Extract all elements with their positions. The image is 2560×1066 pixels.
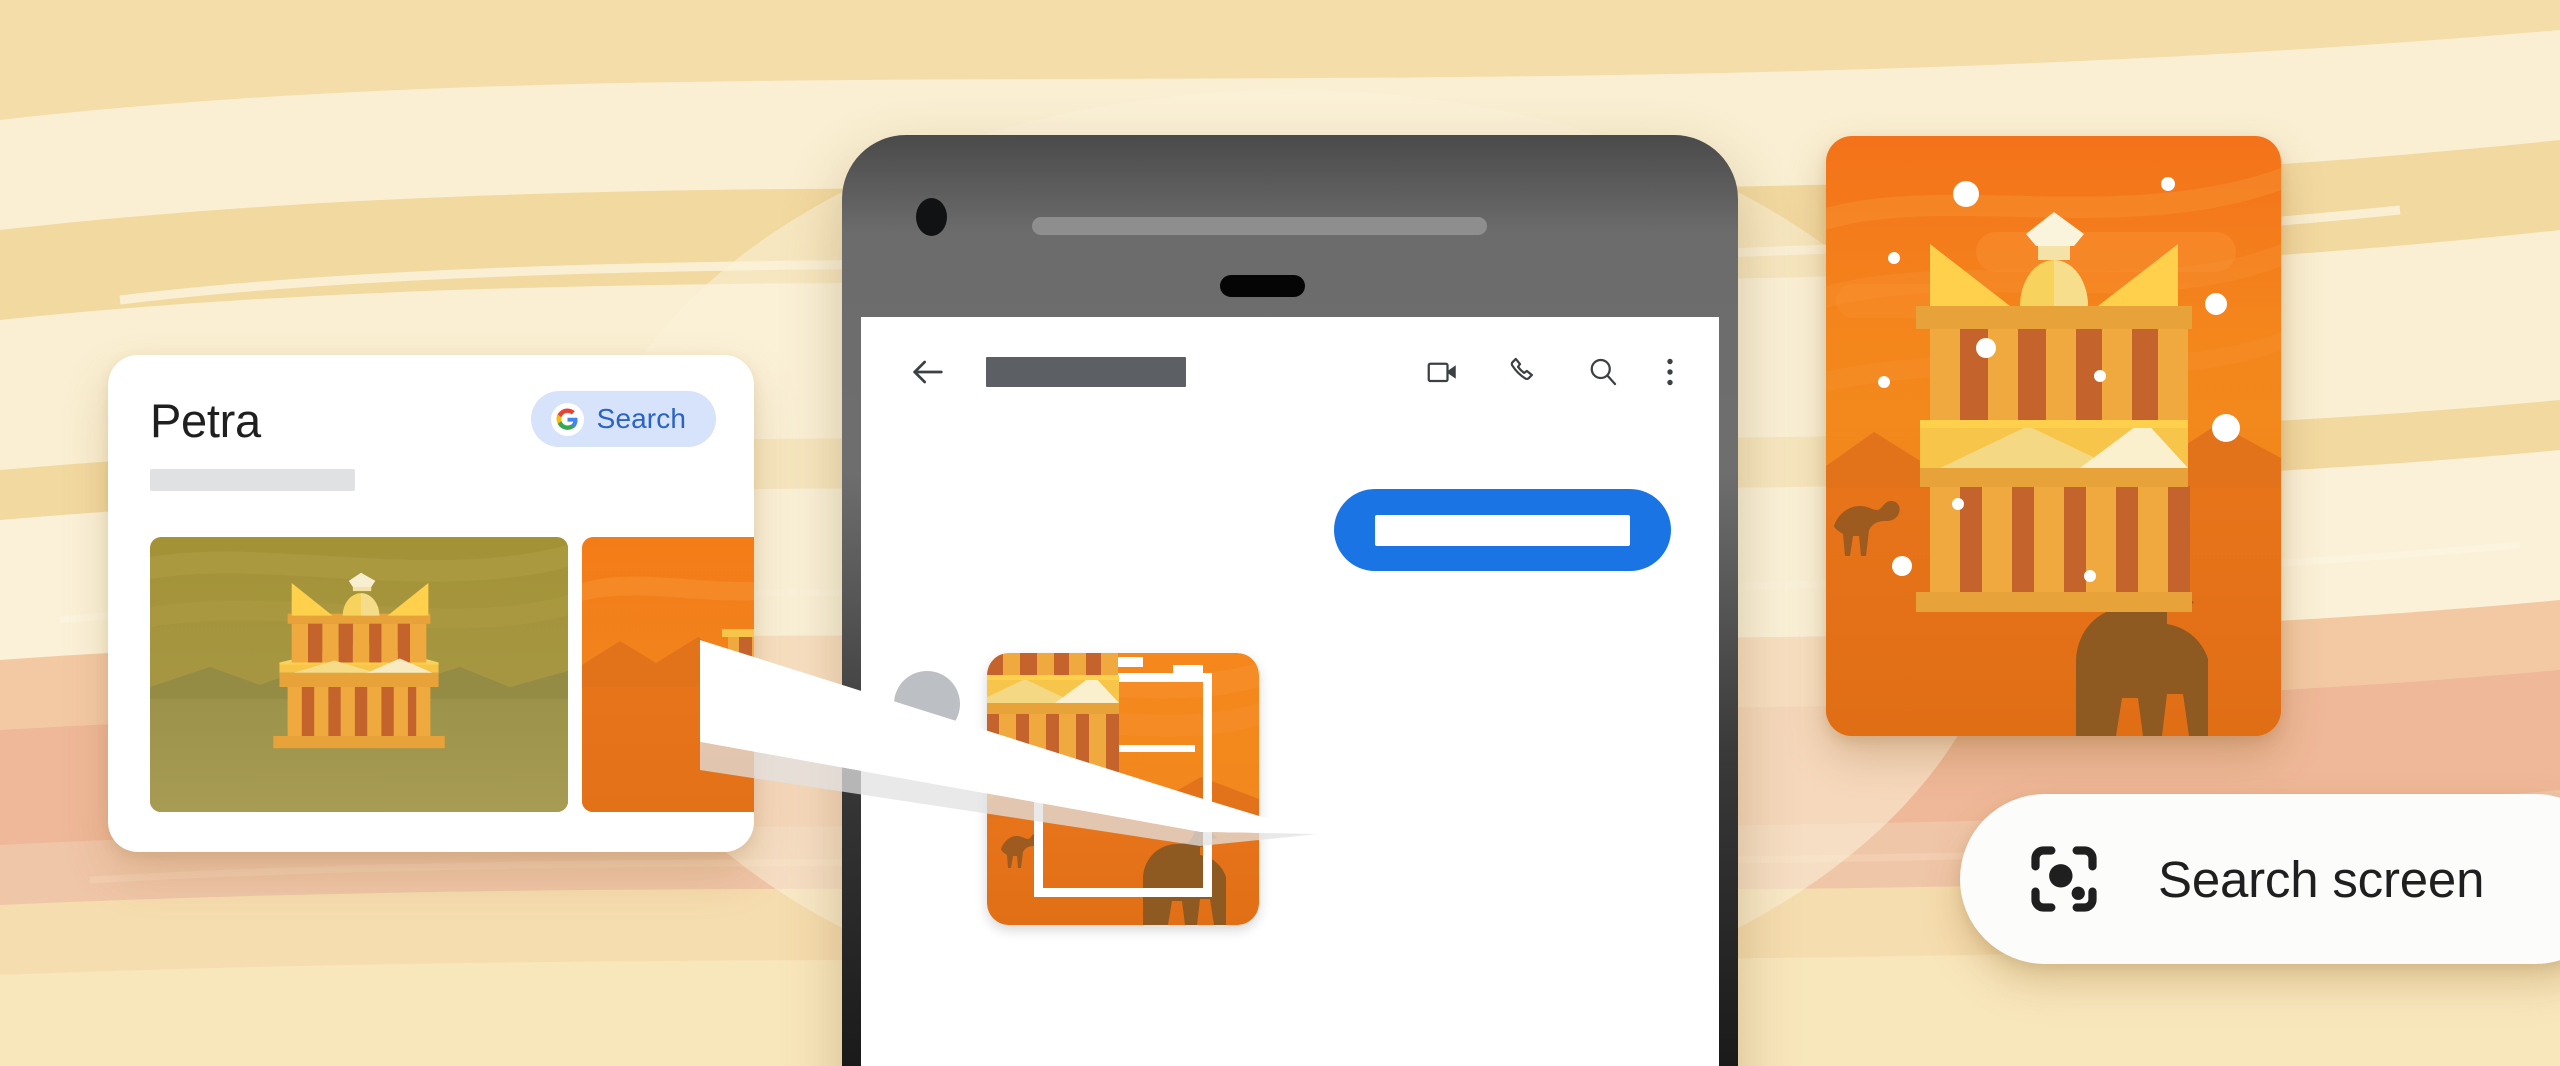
phone-screen (861, 317, 1719, 1066)
petra-result-card[interactable] (1826, 136, 2281, 736)
shared-petra-image[interactable] (987, 653, 1259, 925)
messaging-app-bar (861, 317, 1719, 427)
google-search-chip[interactable]: Search (530, 391, 716, 447)
petra-olive-art (150, 537, 568, 812)
phone-mockup (842, 135, 1738, 1066)
petra-selected-art (987, 653, 1259, 925)
petra-olive-thumbnail[interactable] (150, 537, 568, 812)
video-call-icon[interactable] (1425, 354, 1461, 390)
search-chip-label: Search (596, 403, 686, 434)
thumbnail-row (150, 537, 754, 812)
phone-call-icon[interactable] (1505, 354, 1541, 390)
google-g-icon (550, 402, 584, 436)
subtitle-placeholder-bar (150, 469, 355, 491)
petra-orange-art (582, 537, 754, 812)
petra-result-art (1826, 136, 2281, 736)
search-icon[interactable] (1585, 354, 1621, 390)
search-screen-button[interactable]: Search screen (1960, 794, 2560, 964)
outgoing-message-bubble[interactable] (1334, 489, 1671, 571)
back-arrow-icon[interactable] (908, 352, 948, 392)
front-camera-icon (916, 198, 947, 236)
avatar (894, 671, 960, 737)
petra-orange-thumbnail[interactable] (582, 537, 754, 812)
message-text-placeholder (1375, 514, 1630, 546)
app-bar-actions (1425, 354, 1675, 390)
speaker-grille (1032, 217, 1487, 235)
knowledge-card-header: Petra Search (108, 355, 754, 505)
overflow-menu-icon[interactable] (1665, 354, 1675, 390)
search-screen-label: Search screen (2158, 850, 2485, 908)
illustration-canvas: Petra Search Search screen (0, 0, 2560, 1066)
lens-scan-icon (2031, 846, 2097, 912)
conversation-title-placeholder (986, 357, 1186, 387)
earpiece-icon (1220, 275, 1305, 297)
petra-knowledge-card[interactable]: Petra Search (108, 355, 754, 852)
